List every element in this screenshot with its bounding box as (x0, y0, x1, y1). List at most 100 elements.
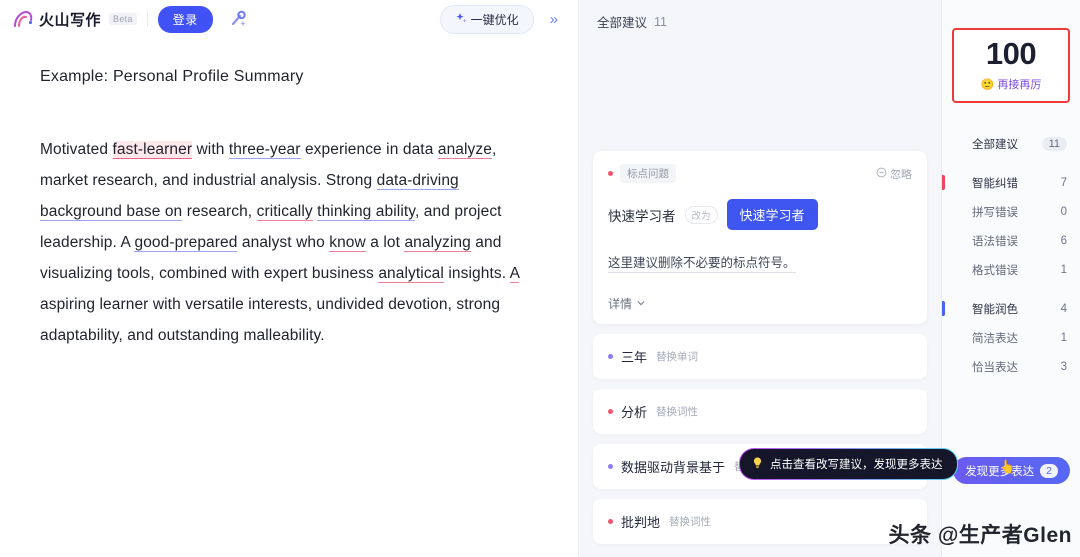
app-root: 火山写作 Beta 登录 一键优化 » Example: Personal Pr… (0, 0, 1080, 557)
mini-suggestion-cards: 三年替换单词分析替换词性数据驱动背景基于替换短语批判地替换词性 (593, 334, 927, 544)
beta-badge: Beta (109, 13, 137, 25)
optimize-label: 一键优化 (470, 12, 519, 27)
sidebar-item-count: 11 (1041, 136, 1067, 151)
document-paragraph[interactable]: Motivated fast-learner with three-year e… (40, 134, 538, 351)
rewrite-hint-tooltip: 点击查看改写建议，发现更多表达 (739, 448, 958, 480)
sidebar-item-label: 恰当表达 (972, 361, 1018, 374)
category-accent-bar (942, 301, 945, 316)
sparkle-icon (455, 12, 467, 27)
text-red-underline: analytical (378, 265, 444, 283)
sidebar-item-count: 1 (1060, 263, 1067, 276)
brand: 火山写作 Beta (12, 9, 137, 30)
sidebar-item-count: 3 (1060, 360, 1067, 373)
score-box: 100 🙂 再接再厉 (952, 28, 1070, 103)
smiley-emoji-icon: 🙂 (980, 78, 995, 91)
discover-more-count: 2 (1040, 463, 1058, 478)
sidebar-item-count: 6 (1060, 234, 1067, 247)
suggestion-card-header: 标点问题 忽略 (608, 164, 912, 183)
text-plain: experience in data (300, 141, 438, 158)
mini-card-tag: 替换词性 (669, 516, 712, 528)
suggestions-header-title: 全部建议 (597, 16, 648, 30)
severity-dot-icon (608, 464, 613, 469)
text-plain: analyst who (237, 234, 330, 251)
text-red-underline: critically (256, 203, 313, 221)
suggestions-pane: 全部建议 11 标点问题 忽略 快速学习者 改为 快速学习者 这里建议删除不必要… (578, 0, 943, 557)
text-plain: aspiring learner with versatile interest… (40, 296, 501, 344)
toolbar-divider (146, 11, 148, 27)
text-plain: Motivated (40, 141, 113, 158)
suggestion-card-active[interactable]: 标点问题 忽略 快速学习者 改为 快速学习者 这里建议删除不必要的标点符号。 详… (593, 151, 927, 324)
ignore-label: 忽略 (890, 168, 912, 181)
suggestion-mini-card[interactable]: 三年 替换单词 (593, 334, 927, 379)
watermark: 头条 @生产者Glen (888, 524, 1072, 547)
sidebar-item-label: 智能润色 (972, 303, 1018, 316)
chevron-double-right-icon[interactable]: » (544, 9, 564, 30)
toolbar-right-actions: 一键优化 » (439, 4, 568, 34)
text-red-underline: A (509, 265, 520, 283)
sidebar-group-智能润色[interactable]: 智能润色 4 (942, 294, 1080, 323)
score-value: 100 (981, 36, 1041, 71)
change-to-label: 改为 (684, 205, 718, 224)
top-toolbar: 火山写作 Beta 登录 一键优化 » (0, 0, 578, 38)
discover-more-button[interactable]: 发现更多表达 2 👆 (953, 457, 1070, 484)
login-button[interactable]: 登录 (157, 5, 213, 33)
sidebar-item-label: 拼写错误 (972, 206, 1018, 219)
replacement-row: 快速学习者 改为 快速学习者 (608, 199, 912, 230)
sidebar-item-拼写错误[interactable]: 拼写错误 0 (942, 197, 1080, 226)
document-body[interactable]: Example: Personal Profile Summary Motiva… (0, 38, 578, 557)
text-blue-underline: three-year (228, 141, 301, 159)
lightbulb-icon (751, 456, 764, 472)
volcano-logo-icon (12, 9, 34, 29)
severity-dot-icon (608, 519, 613, 524)
minus-circle-icon (876, 167, 887, 181)
severity-dot-icon (608, 171, 613, 176)
text-plain: a lot (365, 234, 405, 251)
sidebar-item-count: 7 (1060, 176, 1067, 189)
sidebar-item-count: 1 (1060, 331, 1067, 344)
score-label: 🙂 再接再厉 (954, 76, 1068, 92)
magic-wand-icon[interactable] (225, 6, 251, 32)
suggestions-header: 全部建议 11 (579, 0, 941, 41)
sidebar-item-all-suggestions[interactable]: 全部建议 11 (942, 129, 1080, 158)
sidebar-item-label: 语法错误 (972, 235, 1018, 248)
text-red-underline: know (329, 234, 366, 252)
sidebar-item-label: 简洁表达 (972, 332, 1018, 345)
sidebar-item-恰当表达[interactable]: 恰当表达 3 (942, 352, 1080, 381)
severity-dot-icon (608, 354, 613, 359)
original-text: 快速学习者 (608, 208, 676, 224)
pointer-emoji-icon: 👆 (999, 459, 1016, 474)
sidebar-item-简洁表达[interactable]: 简洁表达 1 (942, 323, 1080, 352)
brand-name: 火山写作 (39, 11, 102, 29)
sidebar-group-智能纠错[interactable]: 智能纠错 7 (942, 168, 1080, 197)
chevron-down-icon (636, 297, 646, 311)
score-number-text: 100 (985, 36, 1037, 71)
score-sidebar: 100 🙂 再接再厉 全部建议 11 智能纠错 7 拼写错误 0 语法错误 6 格式错误 1 智… (941, 0, 1080, 557)
tooltip-text: 点击查看改写建议，发现更多表达 (770, 459, 943, 471)
suggestions-header-count: 11 (654, 14, 667, 29)
sidebar-item-count: 4 (1060, 302, 1067, 315)
sidebar-item-label: 智能纠错 (972, 177, 1018, 190)
suggestions-list: 标点问题 忽略 快速学习者 改为 快速学习者 这里建议删除不必要的标点符号。 详… (579, 151, 941, 544)
sidebar-item-语法错误[interactable]: 语法错误 6 (942, 226, 1080, 255)
detail-toggle[interactable]: 详情 (608, 295, 912, 312)
text-blue-underline: good-prepared (134, 234, 238, 252)
text-plain: research, (182, 203, 257, 220)
suggestion-explanation: 这里建议删除不必要的标点符号。 (608, 252, 796, 273)
suggestion-mini-card[interactable]: 分析 替换词性 (593, 389, 927, 434)
text-red-underline: analyze (437, 141, 492, 159)
mini-card-word: 分析 (621, 405, 648, 420)
text-plain: insights. (443, 265, 510, 282)
sidebar-item-格式错误[interactable]: 格式错误 1 (942, 255, 1080, 284)
score-label-text: 再接再厉 (997, 79, 1042, 91)
one-click-optimize-button[interactable]: 一键优化 (439, 4, 534, 34)
apply-suggestion-chip[interactable]: 快速学习者 (726, 199, 818, 230)
category-groups: 智能纠错 7 拼写错误 0 语法错误 6 格式错误 1 智能润色 4 简洁表达 1 恰当表达 3 (942, 168, 1080, 391)
mini-card-word: 批判地 (621, 515, 661, 530)
suggestion-category-tag: 标点问题 (620, 164, 676, 183)
detail-label: 详情 (608, 297, 633, 311)
suggestion-mini-card[interactable]: 批判地 替换词性 (593, 499, 927, 544)
category-list: 全部建议 11 智能纠错 7 拼写错误 0 语法错误 6 格式错误 1 智能润色 4 简洁表达 1 恰当… (942, 129, 1080, 391)
ignore-button[interactable]: 忽略 (876, 166, 912, 182)
